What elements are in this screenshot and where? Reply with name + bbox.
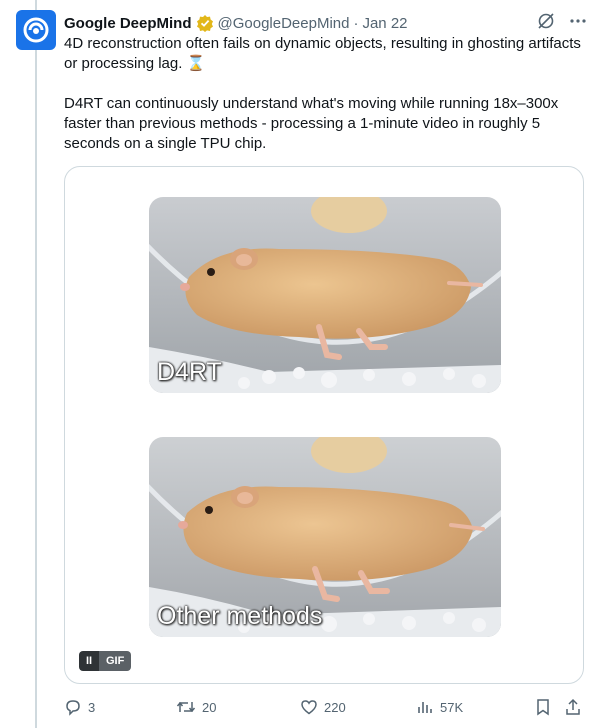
pause-icon[interactable]: II bbox=[79, 651, 99, 671]
share-button[interactable] bbox=[564, 696, 582, 718]
bookmark-button[interactable] bbox=[534, 696, 552, 718]
views-count: 57K bbox=[440, 699, 464, 715]
media-card[interactable]: D4RT Other methods II GIF bbox=[64, 166, 584, 684]
reply-button[interactable]: 3 bbox=[64, 696, 95, 718]
reply-icon bbox=[66, 700, 80, 716]
gif-label: GIF bbox=[99, 651, 132, 671]
like-button[interactable]: 220 bbox=[300, 696, 346, 718]
tweet-paragraph-1: 4D reconstruction often fails on dynamic… bbox=[64, 35, 581, 72]
more-icon[interactable] bbox=[569, 12, 587, 34]
author-handle[interactable]: @GoogleDeepMind bbox=[218, 15, 350, 32]
video-panel-other-methods: Other methods bbox=[149, 437, 501, 637]
deepmind-logo-icon bbox=[23, 17, 49, 43]
share-icon bbox=[566, 698, 580, 715]
tweet-header: Google DeepMind @GoogleDeepMind · Jan 22 bbox=[64, 12, 587, 34]
video-panel-d4rt: D4RT bbox=[149, 197, 501, 393]
tweet-text: 4D reconstruction often fails on dynamic… bbox=[64, 34, 584, 154]
repost-button[interactable]: 20 bbox=[176, 696, 216, 718]
verified-badge-icon[interactable] bbox=[196, 14, 214, 32]
action-bar: 3 20 220 57K bbox=[64, 696, 588, 718]
panel-label-d4rt: D4RT bbox=[157, 358, 222, 386]
grok-icon[interactable] bbox=[537, 12, 555, 34]
panel-label-other-methods: Other methods bbox=[157, 602, 323, 630]
bookmark-icon bbox=[537, 699, 549, 716]
views-button[interactable]: 57K bbox=[416, 696, 463, 718]
tweet-paragraph-2: D4RT can continuously understand what's … bbox=[64, 95, 559, 152]
repost-icon bbox=[176, 701, 196, 713]
author-name[interactable]: Google DeepMind bbox=[64, 15, 192, 32]
post-date[interactable]: Jan 22 bbox=[362, 15, 407, 32]
separator-dot: · bbox=[353, 14, 359, 32]
thread-line bbox=[35, 0, 37, 728]
views-icon bbox=[418, 702, 432, 713]
gif-badge[interactable]: II GIF bbox=[79, 651, 132, 671]
repost-count: 20 bbox=[202, 699, 217, 715]
like-count: 220 bbox=[324, 699, 346, 715]
avatar[interactable] bbox=[16, 10, 56, 50]
like-icon bbox=[301, 700, 317, 715]
reply-count: 3 bbox=[88, 699, 96, 715]
